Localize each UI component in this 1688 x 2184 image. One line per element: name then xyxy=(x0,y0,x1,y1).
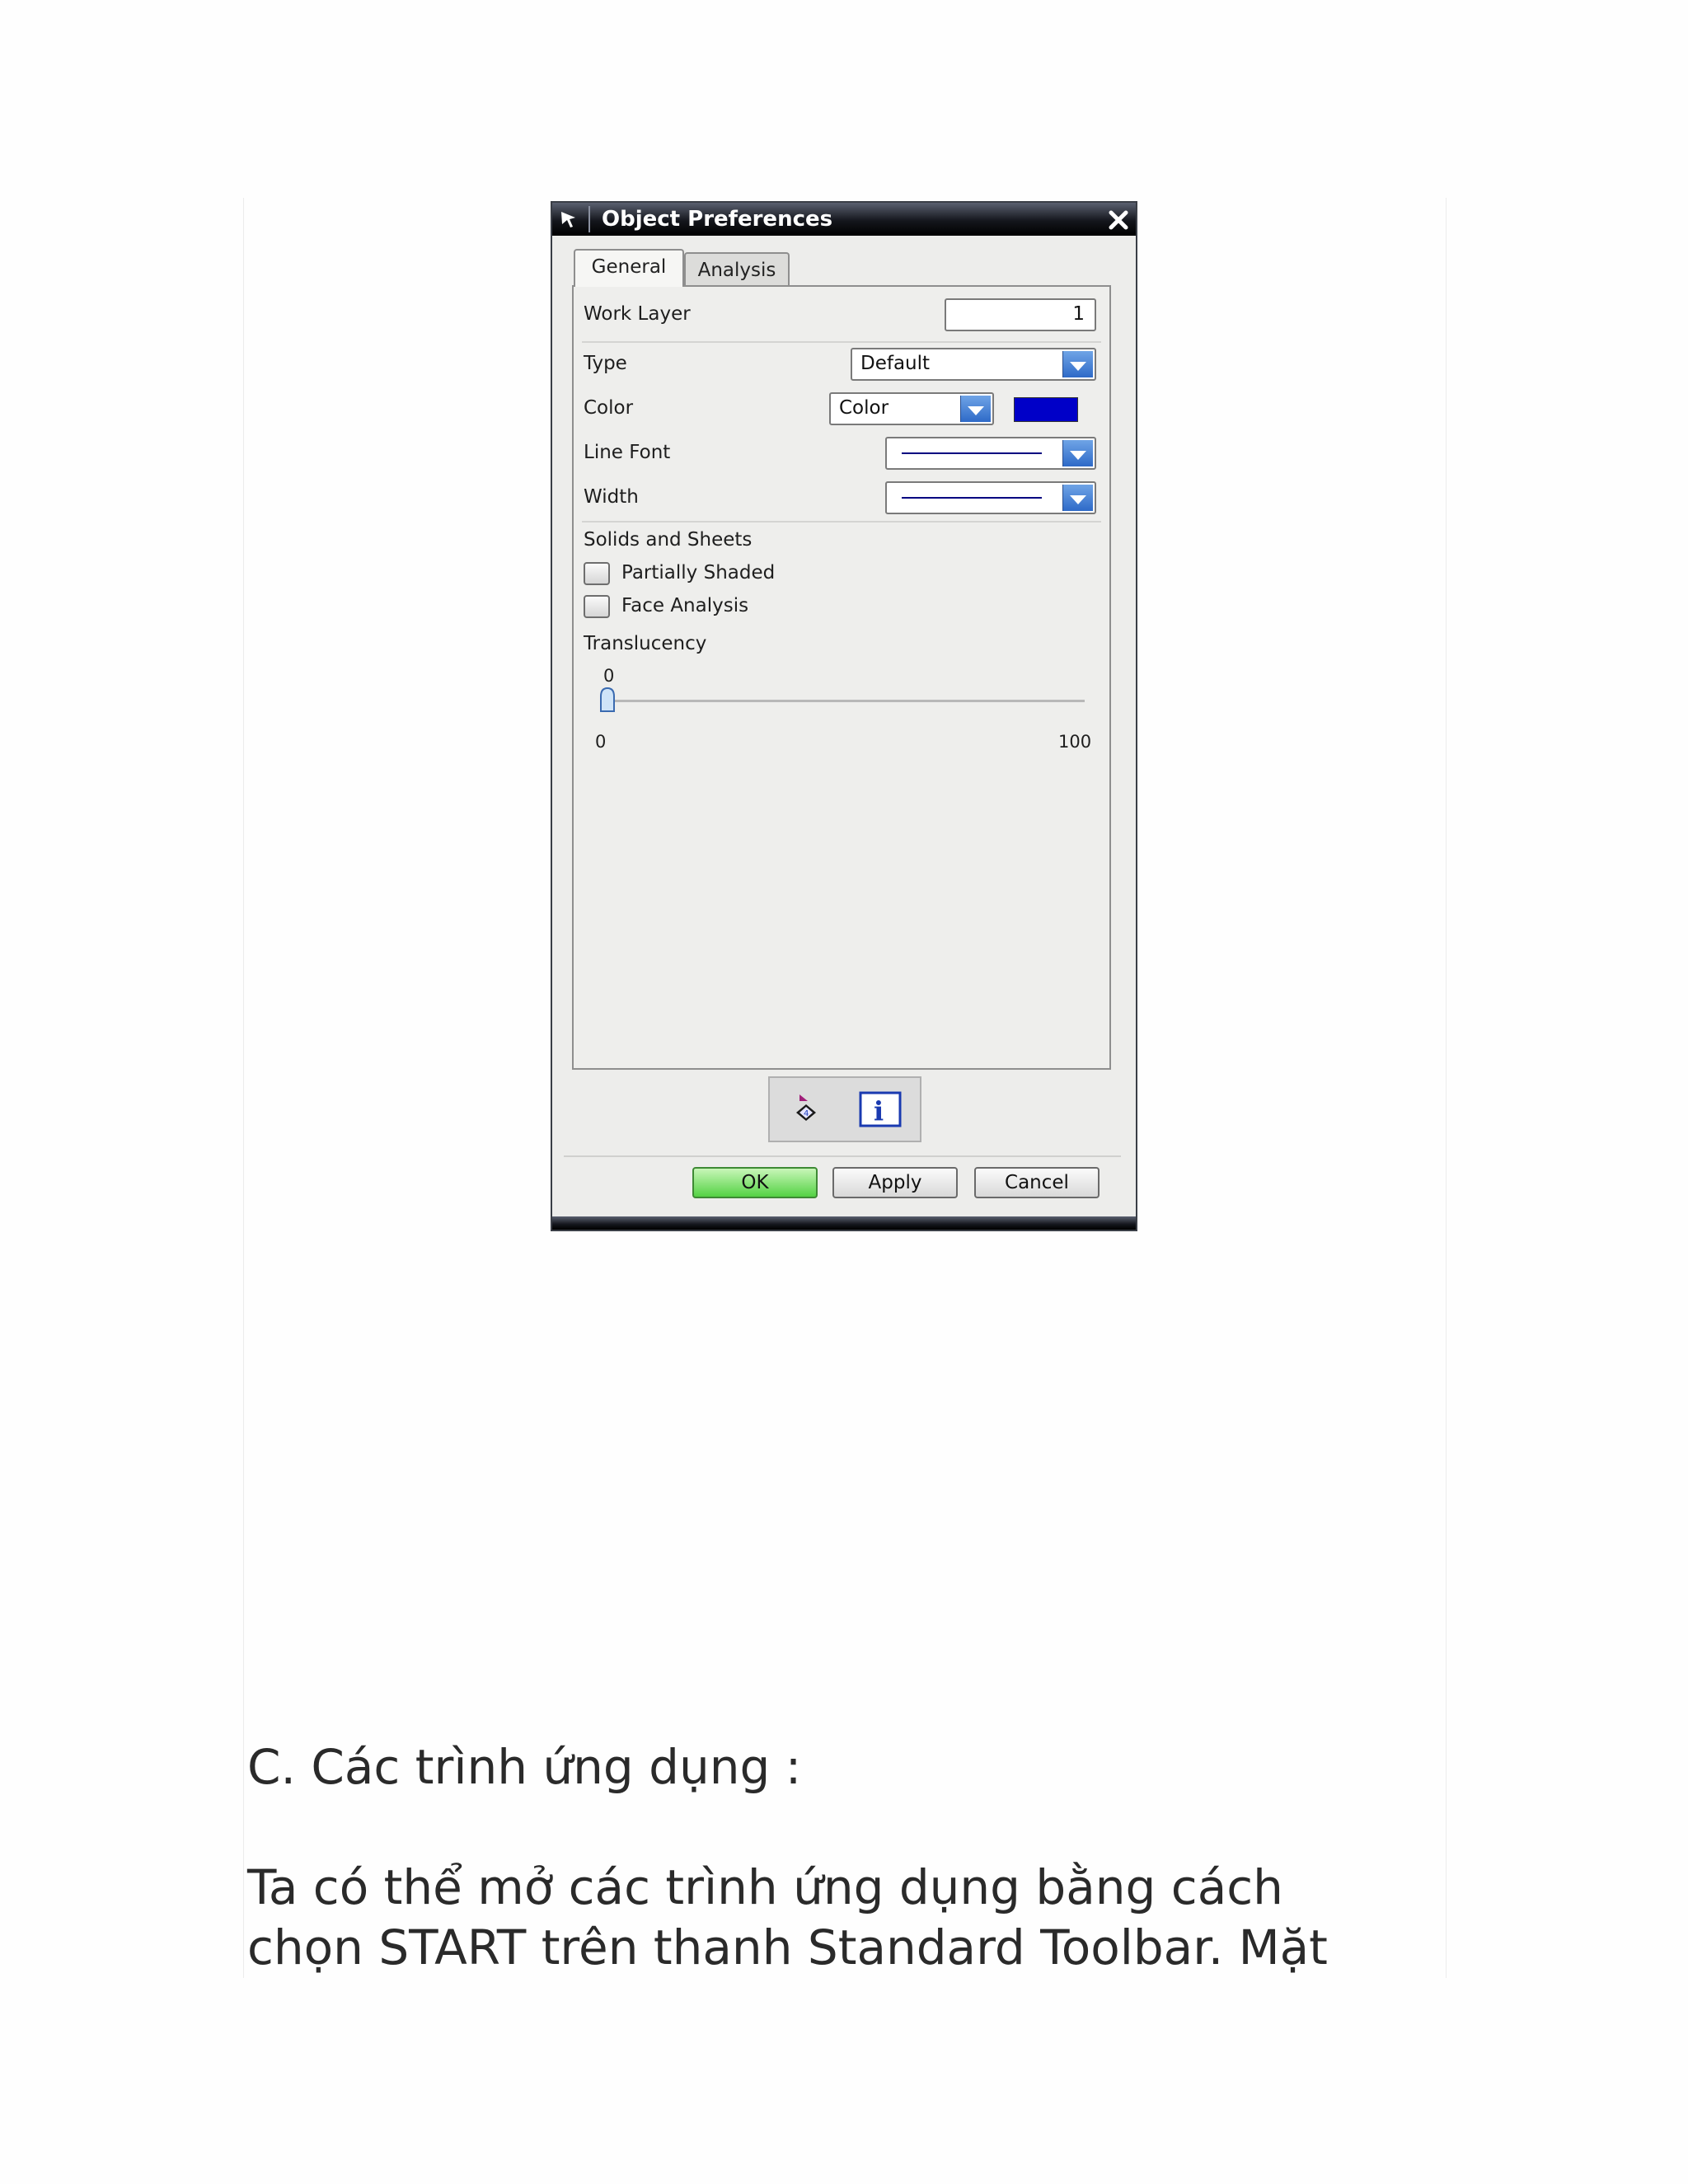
cancel-button[interactable]: Cancel xyxy=(974,1167,1100,1198)
width-dropdown[interactable] xyxy=(885,481,1096,514)
dialog-titlebar[interactable]: Object Preferences xyxy=(552,203,1136,236)
chevron-down-icon xyxy=(1062,440,1093,466)
close-icon[interactable] xyxy=(1106,208,1131,232)
pointer-icon xyxy=(561,212,575,227)
svg-text:i: i xyxy=(874,1095,884,1127)
apply-button[interactable]: Apply xyxy=(832,1167,958,1198)
work-layer-input[interactable]: 1 xyxy=(945,298,1096,331)
work-layer-label: Work Layer xyxy=(584,303,691,325)
type-label: Type xyxy=(584,353,627,374)
line-font-preview xyxy=(902,452,1042,454)
chevron-down-icon xyxy=(960,396,991,422)
section-heading: C. Các trình ứng dụng : xyxy=(247,1739,802,1795)
body-paragraph: Ta có thể mở các trình ứng dụng bằng các… xyxy=(247,1858,1467,1978)
solids-sheets-label: Solids and Sheets xyxy=(584,529,753,551)
translucency-track[interactable] xyxy=(607,700,1085,702)
partially-shaded-label: Partially Shaded xyxy=(621,562,776,583)
face-analysis-checkbox[interactable] xyxy=(584,595,610,618)
translucency-slider-thumb[interactable] xyxy=(598,687,617,715)
tab-analysis[interactable]: Analysis xyxy=(684,252,790,287)
dialog-bottom-bar xyxy=(552,1216,1136,1230)
ok-button[interactable]: OK xyxy=(692,1167,818,1198)
width-label: Width xyxy=(584,486,639,508)
object-preferences-dialog: Object Preferences General Analysis Work… xyxy=(551,201,1137,1231)
svg-text:4: 4 xyxy=(804,1109,809,1118)
separator xyxy=(582,521,1101,523)
translucency-value: 0 xyxy=(603,666,615,686)
tab-general[interactable]: General xyxy=(574,249,684,287)
color-dropdown-value: Color xyxy=(839,397,889,419)
line-font-label: Line Font xyxy=(584,442,671,463)
general-panel: Work Layer 1 Type Default Color Color Li… xyxy=(572,285,1111,1070)
face-analysis-label: Face Analysis xyxy=(621,595,749,616)
translucency-label: Translucency xyxy=(584,633,707,654)
translucency-min: 0 xyxy=(595,732,607,752)
titlebar-separator xyxy=(588,206,590,232)
chevron-down-icon xyxy=(1062,351,1093,377)
color-label: Color xyxy=(584,397,634,419)
dialog-icon-bar: 4 i xyxy=(768,1076,921,1142)
paragraph-line: chọn START trên thanh Standard Toolbar. … xyxy=(247,1919,1328,1975)
line-font-dropdown[interactable] xyxy=(885,437,1096,470)
color-swatch[interactable] xyxy=(1014,397,1078,422)
color-dropdown[interactable]: Color xyxy=(829,392,994,425)
type-dropdown[interactable]: Default xyxy=(851,348,1096,381)
dialog-title: Object Preferences xyxy=(602,207,833,232)
type-dropdown-value: Default xyxy=(860,353,931,374)
separator xyxy=(564,1155,1121,1157)
separator xyxy=(582,341,1101,343)
reset-preferences-icon[interactable]: 4 xyxy=(788,1090,828,1129)
translucency-max: 100 xyxy=(1058,732,1092,752)
paragraph-line: Ta có thể mở các trình ứng dụng bằng các… xyxy=(247,1859,1283,1915)
info-icon[interactable]: i xyxy=(859,1091,902,1127)
partially-shaded-checkbox[interactable] xyxy=(584,562,610,585)
width-preview xyxy=(902,497,1042,499)
chevron-down-icon xyxy=(1062,485,1093,511)
